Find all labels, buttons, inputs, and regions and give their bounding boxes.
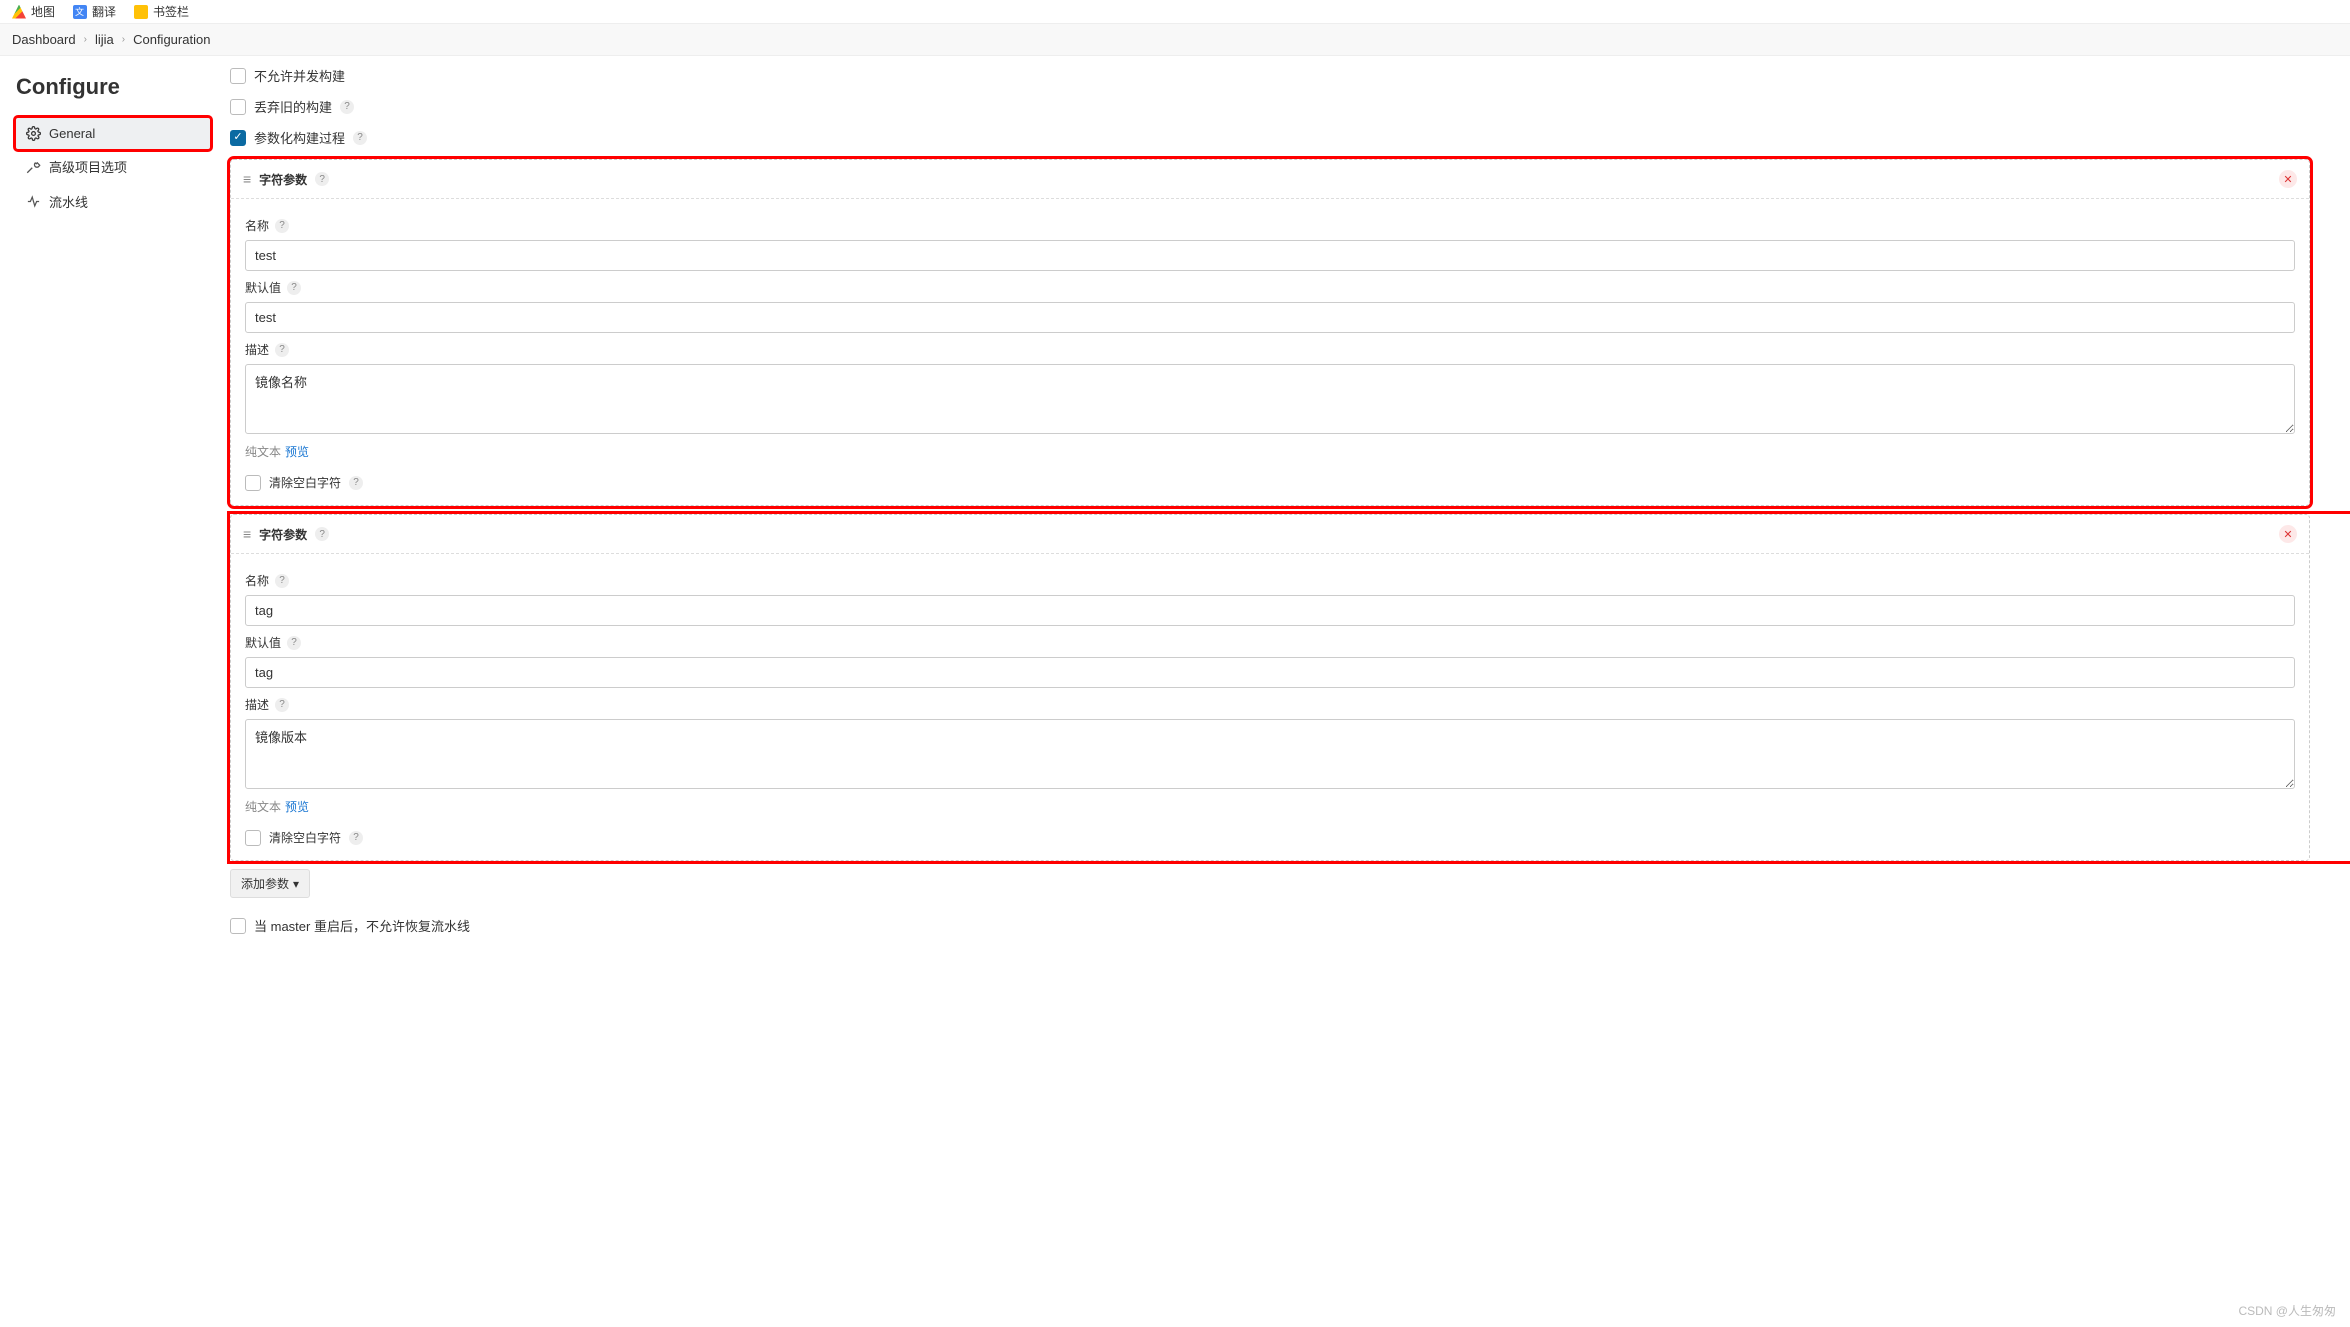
param-header: ≡ 字符参数 ✕ xyxy=(231,160,2309,199)
gear-icon xyxy=(26,126,41,141)
option-label: 不允许并发构建 xyxy=(254,66,345,85)
preview-link[interactable]: 预览 xyxy=(285,445,309,459)
help-icon[interactable] xyxy=(275,698,289,712)
help-icon[interactable] xyxy=(287,636,301,650)
help-icon[interactable] xyxy=(275,574,289,588)
remove-param-button[interactable]: ✕ xyxy=(2279,525,2297,543)
breadcrumb: Dashboard › lijia › Configuration xyxy=(0,24,2350,56)
help-icon[interactable] xyxy=(353,131,367,145)
checkbox[interactable] xyxy=(245,475,261,491)
plaintext-label: 纯文本 xyxy=(245,445,281,459)
checkbox[interactable] xyxy=(245,830,261,846)
help-icon[interactable] xyxy=(349,476,363,490)
param-desc-textarea[interactable] xyxy=(245,719,2295,789)
chevron-right-icon: › xyxy=(122,34,125,45)
param-header: ≡ 字符参数 ✕ xyxy=(231,515,2309,554)
help-icon[interactable] xyxy=(349,831,363,845)
bookmark-label: 翻译 xyxy=(92,3,116,20)
sidebar-item-advanced[interactable]: 高级项目选项 xyxy=(16,149,210,184)
help-icon[interactable] xyxy=(315,527,329,541)
param-desc-textarea[interactable] xyxy=(245,364,2295,434)
checkbox[interactable] xyxy=(230,130,246,146)
map-icon xyxy=(12,5,26,19)
field-label: 描述 xyxy=(245,696,269,713)
plaintext-label: 纯文本 xyxy=(245,800,281,814)
option-parameterize: 参数化构建过程 xyxy=(230,128,2310,147)
param-name-input[interactable] xyxy=(245,595,2295,626)
option-label: 丢弃旧的构建 xyxy=(254,97,332,116)
bookmark-map[interactable]: 地图 xyxy=(12,3,55,20)
checkbox[interactable] xyxy=(230,918,246,934)
sidebar: Configure General 高级项目选项 流水线 xyxy=(0,56,210,987)
sidebar-item-label: General xyxy=(49,126,95,141)
bookmark-bar: 地图 翻译 书签栏 xyxy=(0,0,2350,24)
param-section-title: 字符参数 xyxy=(259,526,307,543)
param-default-input[interactable] xyxy=(245,302,2295,333)
checkbox[interactable] xyxy=(230,99,246,115)
drag-handle-icon[interactable]: ≡ xyxy=(243,171,251,187)
page-title: Configure xyxy=(16,74,210,100)
param-section-title: 字符参数 xyxy=(259,171,307,188)
bookmark-translate[interactable]: 翻译 xyxy=(73,3,116,20)
remove-param-button[interactable]: ✕ xyxy=(2279,170,2297,188)
drag-handle-icon[interactable]: ≡ xyxy=(243,526,251,542)
help-icon[interactable] xyxy=(275,219,289,233)
chevron-down-icon: ▾ xyxy=(293,877,299,891)
help-icon[interactable] xyxy=(287,281,301,295)
preview-link[interactable]: 预览 xyxy=(285,800,309,814)
help-icon[interactable] xyxy=(340,100,354,114)
option-label: 当 master 重启后，不允许恢复流水线 xyxy=(254,916,470,935)
crumb-current[interactable]: Configuration xyxy=(133,32,210,47)
bookmark-label: 书签栏 xyxy=(153,3,189,20)
bookmark-label: 地图 xyxy=(31,3,55,20)
crumb-dashboard[interactable]: Dashboard xyxy=(12,32,76,47)
sidebar-item-general[interactable]: General xyxy=(16,118,210,149)
chevron-right-icon: › xyxy=(84,34,87,45)
add-param-label: 添加参数 xyxy=(241,875,289,892)
bookmark-folder[interactable]: 书签栏 xyxy=(134,3,189,20)
field-label: 默认值 xyxy=(245,634,281,651)
wrench-icon xyxy=(26,159,41,174)
checkbox[interactable] xyxy=(230,68,246,84)
string-param-block: ≡ 字符参数 ✕ 名称 默认值 描述 纯文本预览 清除空白字符 xyxy=(230,159,2310,506)
watermark: CSDN @人生匆匆 xyxy=(2238,1302,2336,1319)
sidebar-item-label: 高级项目选项 xyxy=(49,157,127,176)
field-label: 描述 xyxy=(245,341,269,358)
option-no-resume: 当 master 重启后，不允许恢复流水线 xyxy=(230,916,2310,935)
folder-icon xyxy=(134,5,148,19)
highlight-wrapper: ≡ 字符参数 ✕ 名称 默认值 描述 纯文本预览 清除空白字符 xyxy=(230,514,2350,861)
option-discard-old: 丢弃旧的构建 xyxy=(230,97,2310,116)
sidebar-item-pipeline[interactable]: 流水线 xyxy=(16,184,210,219)
field-label: 名称 xyxy=(245,217,269,234)
pipeline-icon xyxy=(26,194,41,209)
option-label: 参数化构建过程 xyxy=(254,128,345,147)
help-icon[interactable] xyxy=(315,172,329,186)
option-no-concurrent: 不允许并发构建 xyxy=(230,66,2310,85)
field-label: 默认值 xyxy=(245,279,281,296)
help-icon[interactable] xyxy=(275,343,289,357)
translate-icon xyxy=(73,5,87,19)
field-label: 名称 xyxy=(245,572,269,589)
param-default-input[interactable] xyxy=(245,657,2295,688)
param-name-input[interactable] xyxy=(245,240,2295,271)
crumb-project[interactable]: lijia xyxy=(95,32,114,47)
trim-label: 清除空白字符 xyxy=(269,474,341,491)
add-param-button[interactable]: 添加参数 ▾ xyxy=(230,869,310,898)
string-param-block: ≡ 字符参数 ✕ 名称 默认值 描述 纯文本预览 清除空白字符 xyxy=(230,514,2310,861)
trim-label: 清除空白字符 xyxy=(269,829,341,846)
sidebar-item-label: 流水线 xyxy=(49,192,88,211)
main-content: 不允许并发构建 丢弃旧的构建 参数化构建过程 ≡ 字符参数 ✕ 名称 默认值 xyxy=(210,56,2350,987)
